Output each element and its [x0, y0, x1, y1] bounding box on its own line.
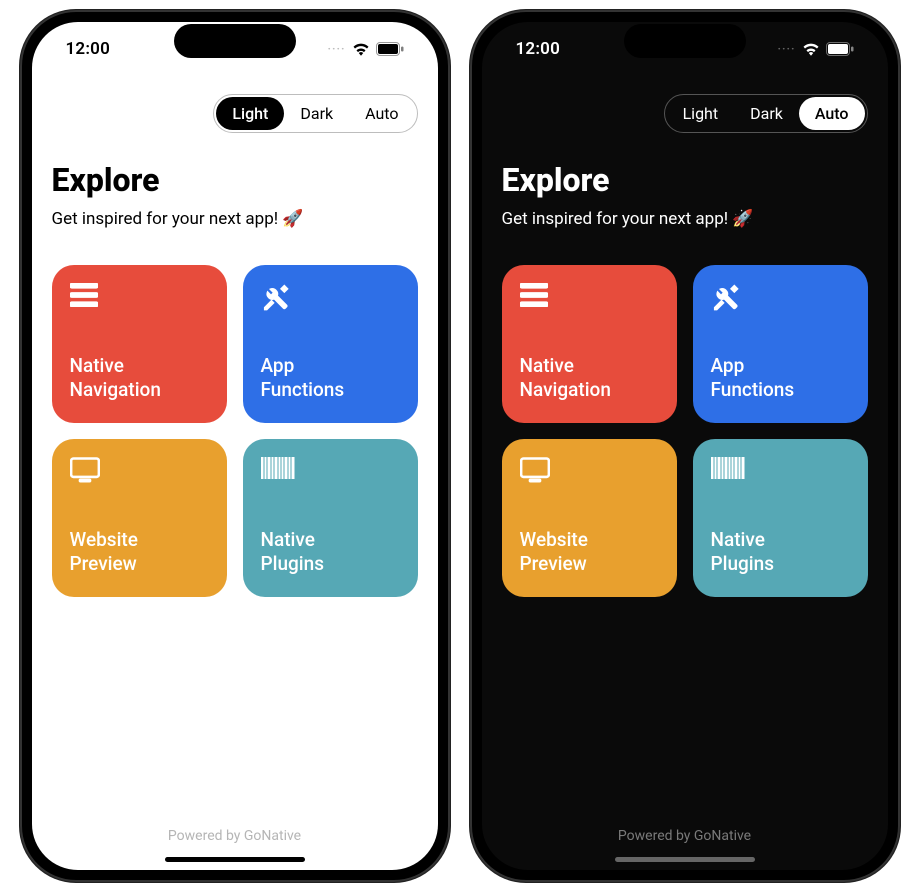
tile-label: Native Plugins	[261, 528, 400, 577]
home-indicator[interactable]	[615, 857, 755, 862]
status-time: 12:00	[66, 39, 110, 59]
page-subtitle: Get inspired for your next app! 🚀	[502, 209, 868, 229]
theme-toggle[interactable]: Light Dark Auto	[213, 94, 417, 133]
tile-native-navigation[interactable]: Native Navigation	[52, 265, 227, 423]
page-title: Explore	[52, 161, 418, 199]
tile-grid: Native Navigation App Functions Website …	[502, 265, 868, 597]
theme-option-auto[interactable]: Auto	[799, 97, 865, 130]
tools-icon	[261, 283, 400, 313]
theme-option-light[interactable]: Light	[216, 97, 284, 130]
page-subtitle: Get inspired for your next app! 🚀	[52, 209, 418, 229]
phone-mockup-light: 12:00 ···· Light Dark Auto Explore Get i…	[20, 10, 450, 882]
tile-label: Native Navigation	[520, 354, 659, 403]
tile-grid: Native Navigation App Functions Website …	[52, 265, 418, 597]
theme-option-auto[interactable]: Auto	[349, 97, 414, 130]
tile-native-navigation[interactable]: Native Navigation	[502, 265, 677, 423]
status-time: 12:00	[516, 39, 560, 59]
tile-app-functions[interactable]: App Functions	[693, 265, 868, 423]
wifi-icon	[802, 42, 820, 56]
tile-label: Native Navigation	[70, 354, 209, 403]
cellular-dots-icon: ····	[327, 42, 345, 56]
barcode-icon	[261, 457, 400, 487]
tile-website-preview[interactable]: Website Preview	[502, 439, 677, 597]
home-indicator[interactable]	[165, 857, 305, 862]
tile-label: App Functions	[711, 354, 850, 403]
theme-option-dark[interactable]: Dark	[734, 97, 799, 130]
tile-app-functions[interactable]: App Functions	[243, 265, 418, 423]
battery-icon	[826, 42, 854, 56]
theme-option-dark[interactable]: Dark	[284, 97, 349, 130]
menu-icon	[520, 283, 659, 313]
barcode-icon	[711, 457, 850, 487]
wifi-icon	[352, 42, 370, 56]
tile-website-preview[interactable]: Website Preview	[52, 439, 227, 597]
tile-label: Website Preview	[520, 528, 659, 577]
tile-label: Native Plugins	[711, 528, 850, 577]
tile-label: App Functions	[261, 354, 400, 403]
phone-mockup-dark: 12:00 ···· Light Dark Auto Explore Get i…	[470, 10, 900, 882]
theme-option-light[interactable]: Light	[667, 97, 735, 130]
monitor-icon	[70, 457, 209, 487]
tile-native-plugins[interactable]: Native Plugins	[243, 439, 418, 597]
page-title: Explore	[502, 161, 868, 199]
dynamic-island	[174, 24, 296, 58]
battery-icon	[376, 42, 404, 56]
cellular-dots-icon: ····	[777, 42, 795, 56]
theme-toggle[interactable]: Light Dark Auto	[664, 94, 868, 133]
dynamic-island	[624, 24, 746, 58]
tile-native-plugins[interactable]: Native Plugins	[693, 439, 868, 597]
menu-icon	[70, 283, 209, 313]
tile-label: Website Preview	[70, 528, 209, 577]
tools-icon	[711, 283, 850, 313]
monitor-icon	[520, 457, 659, 487]
